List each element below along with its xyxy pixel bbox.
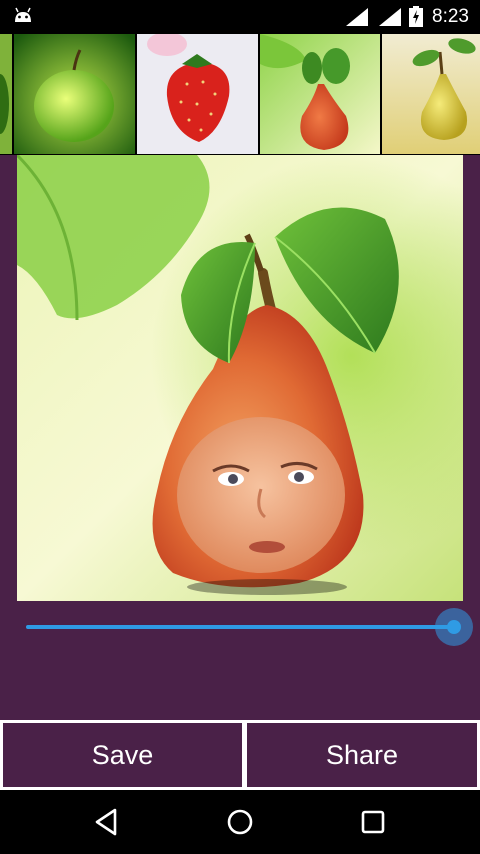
navigation-bar bbox=[0, 790, 480, 854]
editor-image[interactable] bbox=[17, 155, 463, 601]
recents-icon[interactable] bbox=[357, 806, 389, 838]
back-icon[interactable] bbox=[91, 806, 123, 838]
slider-track[interactable] bbox=[26, 625, 454, 629]
action-bar: Save Share bbox=[0, 720, 480, 790]
status-bar: 8:23 bbox=[0, 0, 480, 33]
slider-thumb[interactable] bbox=[447, 620, 461, 634]
thumbnail-red-pear[interactable] bbox=[260, 34, 380, 154]
android-debug-icon bbox=[15, 7, 31, 22]
app-screen: Save Share bbox=[0, 33, 480, 790]
thumbnail-strawberry[interactable] bbox=[137, 34, 258, 154]
thumbnail-green-apple[interactable] bbox=[14, 34, 135, 154]
battery-charging-icon bbox=[409, 6, 423, 27]
share-button[interactable]: Share bbox=[247, 723, 477, 787]
thumbnail-yellow-pear[interactable] bbox=[382, 34, 480, 154]
signal-icon bbox=[379, 8, 401, 26]
status-time: 8:23 bbox=[432, 6, 469, 27]
home-icon[interactable] bbox=[224, 806, 256, 838]
thumbnail-partial-fruit[interactable] bbox=[0, 34, 12, 154]
signal-icon bbox=[346, 8, 368, 26]
save-button[interactable]: Save bbox=[3, 723, 242, 787]
intensity-slider[interactable] bbox=[26, 608, 473, 646]
thumbnail-strip[interactable] bbox=[0, 33, 480, 155]
